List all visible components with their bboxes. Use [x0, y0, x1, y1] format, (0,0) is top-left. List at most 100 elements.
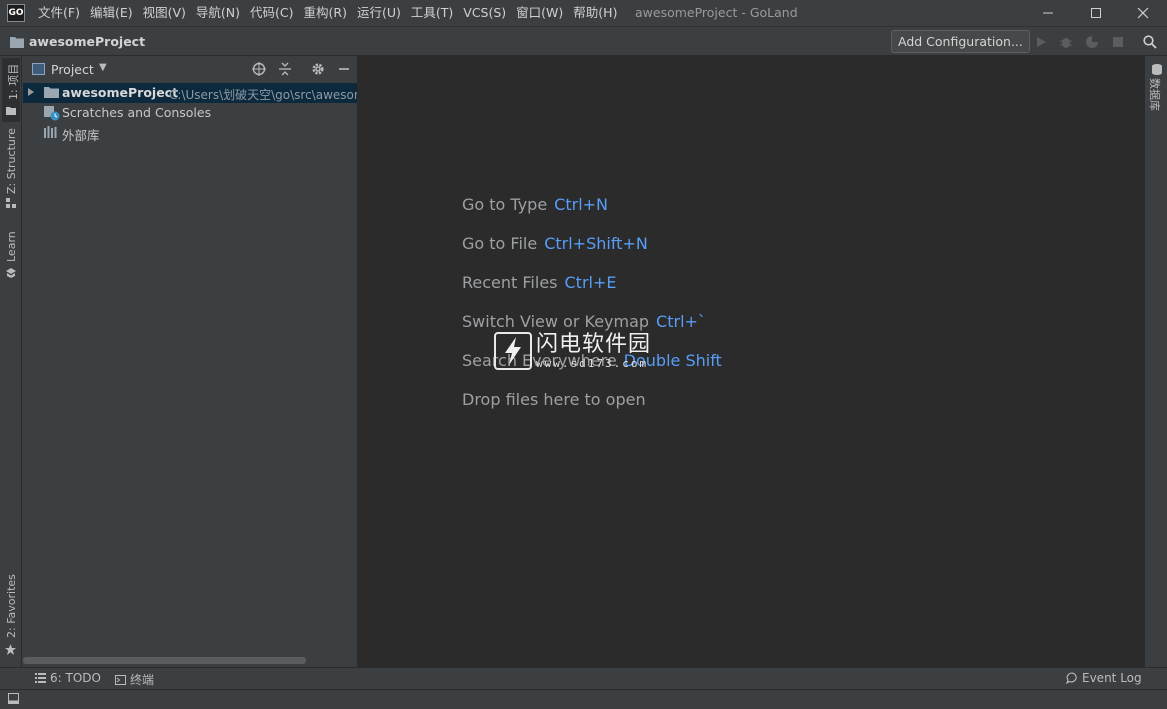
shortcut-key: Double Shift [623, 351, 722, 370]
run-icon [1037, 37, 1046, 47]
debug-button[interactable] [1058, 34, 1074, 50]
library-icon [44, 126, 57, 138]
hint-text: Go to Type [462, 195, 548, 214]
right-tool-strip: 数据库 [1144, 56, 1167, 667]
close-button[interactable] [1118, 0, 1167, 26]
star-icon [5, 644, 16, 655]
hint-switch-view: Switch View or Keymap Ctrl+` [462, 312, 706, 331]
tab-learn[interactable]: Learn [2, 230, 20, 280]
hint-drop-files: Drop files here to open [462, 390, 646, 409]
tab-project-label: 1: 项目 [7, 63, 20, 100]
toggle-tool-windows-button[interactable] [8, 693, 20, 705]
menu-window[interactable]: 窗口(W) [511, 0, 568, 26]
debug-bug-icon [1060, 38, 1072, 48]
tab-favorites-label: 2: Favorites [5, 574, 18, 638]
menu-refactor[interactable]: 重构(R) [299, 0, 352, 26]
folder-icon [6, 107, 16, 115]
tab-database[interactable]: 数据库 [1147, 62, 1165, 118]
hint-text: Recent Files [462, 273, 558, 292]
shortcut-key: Ctrl+E [564, 273, 617, 292]
learn-icon [6, 268, 16, 278]
tab-database-label: 数据库 [1148, 78, 1161, 111]
bottom-tool-bar: 6: TODO 终端 Event Log [0, 667, 1167, 689]
tab-structure[interactable]: Z: Structure [2, 128, 20, 212]
project-tree: awesomeProject C:\Users\划破天空\go\src\awes… [23, 83, 357, 143]
hint-go-to-file: Go to File Ctrl+Shift+N [462, 234, 648, 253]
coverage-button[interactable] [1084, 34, 1100, 50]
menu-run[interactable]: 运行(U) [352, 0, 406, 26]
gear-icon [312, 63, 324, 75]
breadcrumb-project[interactable]: awesomeProject [29, 34, 145, 49]
coverage-icon [1086, 36, 1098, 48]
maximize-icon [1091, 8, 1101, 18]
maximize-button[interactable] [1071, 0, 1121, 26]
tree-item-path: C:\Users\划破天空\go\src\awesomeProject [169, 88, 357, 102]
tab-project[interactable]: 1: 项目 [2, 58, 20, 122]
menu-code[interactable]: 代码(C) [245, 0, 298, 26]
menu-edit[interactable]: 编辑(E) [85, 0, 138, 26]
database-icon [1152, 64, 1162, 75]
left-tool-strip: 1: 项目 Z: Structure Learn 2: Favorites [0, 56, 22, 667]
event-log-tab-label: Event Log [1082, 671, 1142, 685]
menu-file[interactable]: 文件(F) [33, 0, 85, 26]
editor-empty-area[interactable]: Go to Type Ctrl+N Go to File Ctrl+Shift+N … [358, 56, 1144, 667]
close-icon [1137, 7, 1149, 19]
horizontal-scrollbar[interactable] [23, 657, 306, 664]
tree-item-scratches[interactable]: Scratches and Consoles [23, 103, 357, 123]
tree-item-label: 外部库 [62, 128, 100, 143]
terminal-tab[interactable]: 终端 [115, 671, 154, 688]
add-configuration-button[interactable]: Add Configuration... [891, 30, 1030, 53]
search-button[interactable] [1142, 34, 1158, 50]
chevron-down-icon[interactable]: ▼ [99, 62, 107, 73]
hide-panel-button[interactable] [336, 61, 352, 77]
expand-arrow-icon[interactable] [28, 88, 34, 96]
shortcut-key: Ctrl+` [656, 312, 706, 331]
hint-text: Go to File [462, 234, 538, 253]
shortcut-key: Ctrl+N [554, 195, 609, 214]
folder-icon [44, 87, 59, 98]
run-button[interactable] [1033, 34, 1049, 50]
terminal-icon [115, 674, 126, 685]
tree-item-awesomeproject[interactable]: awesomeProject C:\Users\划破天空\go\src\awes… [23, 83, 357, 103]
folder-icon [10, 37, 24, 48]
panel-settings-button[interactable] [310, 61, 326, 77]
minimize-icon [339, 68, 349, 70]
menu-vcs[interactable]: VCS(S) [458, 0, 511, 26]
event-log-tab[interactable]: Event Log [1066, 671, 1142, 685]
menu-tools[interactable]: 工具(T) [406, 0, 458, 26]
minimize-icon [1043, 12, 1053, 14]
stop-icon [1113, 37, 1123, 47]
hint-text: Search Everywhere [462, 351, 617, 370]
todo-tab[interactable]: 6: TODO [35, 671, 101, 685]
menu-view[interactable]: 视图(V) [138, 0, 191, 26]
hint-go-to-type: Go to Type Ctrl+N [462, 195, 608, 214]
shortcut-key: Ctrl+Shift+N [544, 234, 648, 253]
structure-icon [6, 198, 16, 208]
todo-list-icon [35, 673, 46, 683]
search-icon [1143, 35, 1157, 49]
tab-favorites[interactable]: 2: Favorites [2, 574, 20, 661]
hint-search-everywhere: Search Everywhere Double Shift [462, 351, 722, 370]
status-bar [0, 689, 1167, 709]
project-view-selector[interactable]: Project [51, 62, 94, 77]
tab-learn-label: Learn [5, 231, 18, 262]
hint-text: Switch View or Keymap [462, 312, 650, 331]
stop-button[interactable] [1110, 34, 1126, 50]
tab-structure-label: Z: Structure [5, 128, 18, 194]
menu-navigate[interactable]: 导航(N) [191, 0, 245, 26]
target-icon [252, 62, 266, 76]
main-menu: 文件(F) 编辑(E) 视图(V) 导航(N) 代码(C) 重构(R) 运行(U… [33, 0, 622, 26]
locate-file-button[interactable] [251, 61, 267, 77]
event-log-bubble-icon [1066, 672, 1077, 684]
project-view-icon [32, 63, 45, 75]
minimize-button[interactable] [1023, 0, 1073, 26]
scratches-icon [44, 106, 60, 121]
navigation-bar: awesomeProject Add Configuration... [0, 26, 1167, 56]
tree-item-label: Scratches and Consoles [62, 105, 212, 120]
collapse-all-button[interactable] [277, 61, 293, 77]
menu-help[interactable]: 帮助(H) [568, 0, 622, 26]
tool-windows-icon [8, 693, 19, 704]
terminal-tab-label: 终端 [130, 673, 155, 687]
collapse-all-icon [279, 62, 291, 76]
tree-item-external-libraries[interactable]: 外部库 [23, 123, 357, 143]
